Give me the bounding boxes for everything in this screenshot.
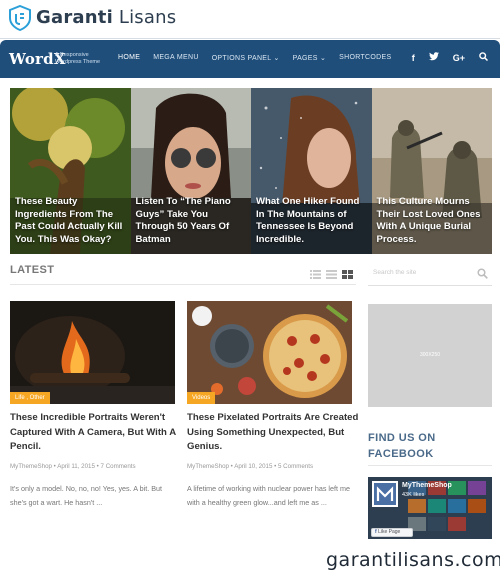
search-icon[interactable] [479, 52, 489, 63]
nav-item-pages[interactable]: PAGES ⌄ [293, 54, 327, 62]
latest-heading: LATEST [10, 264, 55, 276]
list-layout-icon[interactable] [310, 266, 321, 279]
nav-menu: HOME MEGA MENU OPTIONS PANEL ⌄ PAGES ⌄ S… [118, 54, 391, 62]
search-placeholder: Search the site [373, 269, 417, 276]
facebook-widget-heading: FIND US ON FACEBOOK [368, 430, 436, 462]
search-icon[interactable] [477, 268, 488, 279]
featured-post[interactable]: These Beauty Ingredients From The Past C… [10, 88, 131, 254]
layout-switcher [310, 266, 353, 279]
post-meta: MyThemeShop • April 10, 2015 • 5 Comment… [187, 463, 314, 470]
post-category-badge[interactable]: Videos [187, 392, 216, 404]
watermark: garantilisans.com [324, 549, 500, 571]
nav-item-mega-menu[interactable]: MEGA MENU [153, 54, 198, 62]
facebook-heading-line2: FACEBOOK [368, 448, 434, 460]
brand-name-rest: Lisans [112, 7, 177, 28]
post-image-campfire [10, 301, 175, 404]
facebook-icon[interactable]: f [412, 53, 415, 63]
facebook-heading-line1: FIND US ON [368, 432, 436, 444]
brand-bar: Garanti Lisans [0, 0, 500, 36]
google-plus-icon[interactable]: G+ [453, 53, 465, 63]
twitter-icon[interactable] [428, 52, 439, 63]
post-excerpt: A lifetime of working with nuclear power… [187, 484, 350, 507]
featured-post-title[interactable]: These Beauty Ingredients From The Past C… [15, 196, 127, 246]
post-thumbnail[interactable] [187, 301, 352, 404]
facebook-likes-count: 43K likes [402, 492, 425, 498]
shield-logo-icon [9, 5, 31, 31]
social-links: f G+ [412, 52, 489, 63]
facebook-page-name[interactable]: MyThemeShop [402, 482, 452, 489]
post-image-pizza [187, 301, 352, 404]
list-compact-layout-icon[interactable] [326, 266, 337, 279]
divider [10, 284, 356, 285]
site-tagline: A Responsive Wordpress Theme [55, 52, 101, 65]
featured-post[interactable]: What One Hiker Found In The Mountains of… [251, 88, 372, 254]
nav-item-shortcodes[interactable]: SHORTCODES [339, 54, 391, 62]
grid-layout-icon[interactable] [342, 266, 353, 279]
post-category-badge[interactable]: Life , Other [10, 392, 50, 404]
search-input[interactable]: Search the site [368, 262, 492, 286]
ad-size-label: 300X250 [419, 352, 441, 358]
ad-placeholder[interactable]: 300X250 [368, 304, 492, 407]
featured-posts: These Beauty Ingredients From The Past C… [10, 88, 492, 254]
facebook-like-label: Like Page [378, 529, 401, 535]
featured-post-title[interactable]: Listen To “The Piano Guys” Take You Thro… [136, 196, 248, 246]
post-title[interactable]: These Pixelated Portraits Are Created Us… [187, 411, 362, 455]
post-meta: MyThemeShop • April 11, 2015 • 7 Comment… [10, 463, 136, 470]
post-thumbnail[interactable] [10, 301, 175, 404]
nav-item-options-panel[interactable]: OPTIONS PANEL ⌄ [212, 54, 280, 62]
brand-name[interactable]: Garanti Lisans [36, 7, 176, 28]
facebook-page-widget[interactable]: MyThemeShop 43K likes f Like Page [368, 477, 492, 539]
post-excerpt: It's only a model. No, no, no! Yes, yes.… [10, 484, 162, 507]
nav-item-home[interactable]: HOME [118, 54, 140, 62]
facebook-f-icon: f [375, 529, 377, 535]
facebook-like-page-button[interactable]: f Like Page [371, 528, 413, 537]
featured-post-title[interactable]: What One Hiker Found In The Mountains of… [256, 196, 368, 246]
divider [368, 465, 492, 466]
featured-post-title[interactable]: This Culture Mourns Their Lost Loved One… [377, 196, 489, 246]
featured-post[interactable]: Listen To “The Piano Guys” Take You Thro… [130, 88, 251, 254]
page: Garanti Lisans WordX A Responsive Wordpr… [0, 0, 500, 576]
main-navigation: WordX A Responsive Wordpress Theme HOME … [0, 40, 500, 78]
brand-name-bold: Garanti [36, 7, 113, 28]
featured-post[interactable]: This Culture Mourns Their Lost Loved One… [371, 88, 492, 254]
post-title[interactable]: These Incredible Portraits Weren't Captu… [10, 411, 185, 455]
